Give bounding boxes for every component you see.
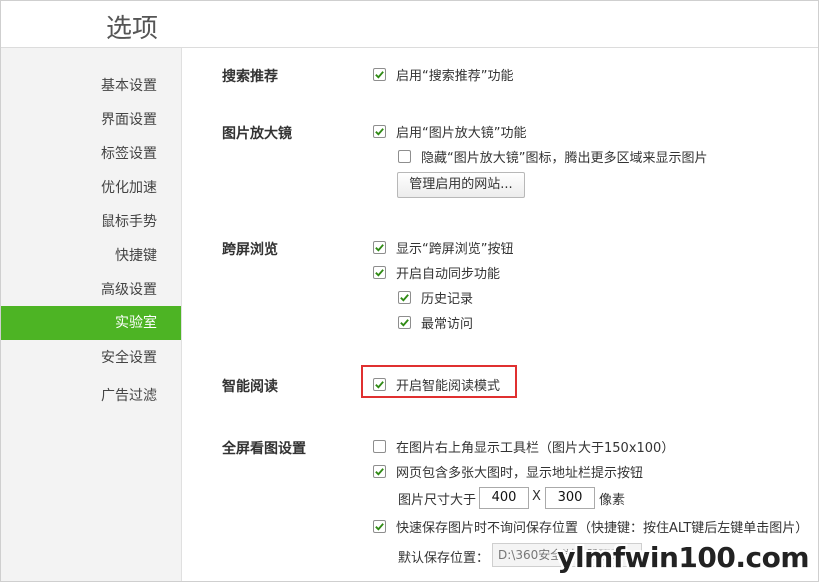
sidebar-item-security[interactable]: 安全设置 bbox=[1, 341, 181, 375]
auto-sync-option[interactable]: 开启自动同步功能 bbox=[373, 262, 500, 282]
sync-frequent-checkbox[interactable] bbox=[398, 315, 411, 329]
search-enable-label: 启用“搜索推荐”功能 bbox=[396, 68, 514, 84]
magnifier-enable-label: 启用“图片放大镜”功能 bbox=[396, 125, 527, 141]
image-size-separator: X bbox=[532, 489, 541, 504]
address-hint-option[interactable]: 网页包含多张大图时，显示地址栏提示按钮 bbox=[373, 461, 643, 481]
auto-sync-label: 开启自动同步功能 bbox=[396, 266, 501, 282]
magnifier-hide-icon-option[interactable]: 隐藏“图片放大镜”图标，腾出更多区域来显示图片 bbox=[398, 146, 707, 166]
section-magnifier-label: 图片放大镜 bbox=[222, 126, 292, 142]
quick-save-option[interactable]: 快速保存图片时不询问保存位置（快捷键：按住ALT键后左键单击图片） bbox=[373, 516, 808, 536]
image-size-prefix: 图片尺寸大于 bbox=[398, 493, 477, 508]
sync-history-checkbox[interactable] bbox=[398, 290, 411, 304]
fullscreen-toolbar-option[interactable]: 在图片右上角显示工具栏（图片大于150x100） bbox=[373, 436, 674, 456]
cross-screen-show-option[interactable]: 显示“跨屏浏览”按钮 bbox=[373, 237, 513, 257]
sidebar-item-basic[interactable]: 基本设置 bbox=[1, 69, 181, 103]
sync-frequent-option[interactable]: 最常访问 bbox=[398, 312, 473, 332]
fullscreen-toolbar-label: 在图片右上角显示工具栏（图片大于150x100） bbox=[396, 440, 675, 456]
section-fullscreen-label: 全屏看图设置 bbox=[222, 441, 306, 457]
sidebar-item-shortcuts[interactable]: 快捷键 bbox=[1, 239, 181, 273]
page-title: 选项 bbox=[106, 14, 159, 44]
search-enable-checkbox[interactable] bbox=[373, 67, 386, 81]
sidebar-item-interface[interactable]: 界面设置 bbox=[1, 103, 181, 137]
magnifier-enable-option[interactable]: 启用“图片放大镜”功能 bbox=[373, 121, 526, 141]
sidebar-item-lab[interactable]: 实验室 bbox=[1, 306, 181, 340]
magnifier-hide-icon-checkbox[interactable] bbox=[398, 149, 411, 163]
search-enable-option[interactable]: 启用“搜索推荐”功能 bbox=[373, 64, 513, 84]
sidebar-item-optimize[interactable]: 优化加速 bbox=[1, 171, 181, 205]
sidebar-item-advanced[interactable]: 高级设置 bbox=[1, 273, 181, 307]
sidebar: 基本设置 界面设置 标签设置 优化加速 鼠标手势 快捷键 高级设置 实验室 安全… bbox=[1, 48, 182, 581]
sidebar-item-tabs[interactable]: 标签设置 bbox=[1, 137, 181, 171]
section-cross-screen-label: 跨屏浏览 bbox=[222, 242, 278, 258]
magnifier-hide-icon-label: 隐藏“图片放大镜”图标，腾出更多区域来显示图片 bbox=[421, 150, 708, 166]
address-hint-checkbox[interactable] bbox=[373, 464, 386, 478]
address-hint-label: 网页包含多张大图时，显示地址栏提示按钮 bbox=[396, 465, 644, 481]
sync-frequent-label: 最常访问 bbox=[421, 316, 474, 332]
sync-history-label: 历史记录 bbox=[421, 291, 474, 307]
manage-sites-button[interactable]: 管理启用的网站... bbox=[397, 172, 525, 198]
image-width-input[interactable]: 400 bbox=[479, 487, 529, 509]
sync-history-option[interactable]: 历史记录 bbox=[398, 287, 473, 307]
quick-save-checkbox[interactable] bbox=[373, 519, 386, 533]
magnifier-enable-checkbox[interactable] bbox=[373, 124, 386, 138]
sidebar-item-adblock[interactable]: 广告过滤 bbox=[1, 379, 181, 413]
cross-screen-show-checkbox[interactable] bbox=[373, 240, 386, 254]
auto-sync-checkbox[interactable] bbox=[373, 265, 386, 279]
image-height-input[interactable]: 300 bbox=[545, 487, 595, 509]
default-path-label: 默认保存位置： bbox=[398, 551, 490, 566]
fullscreen-toolbar-checkbox[interactable] bbox=[373, 439, 386, 453]
section-search-label: 搜索推荐 bbox=[222, 69, 278, 85]
cross-screen-show-label: 显示“跨屏浏览”按钮 bbox=[396, 241, 514, 257]
watermark: ylmfwin100.com bbox=[557, 541, 809, 574]
image-size-unit: 像素 bbox=[599, 493, 626, 508]
quick-save-label: 快速保存图片时不询问保存位置（快捷键：按住ALT键后左键单击图片） bbox=[396, 520, 809, 536]
sidebar-item-gestures[interactable]: 鼠标手势 bbox=[1, 205, 181, 239]
section-smart-read-label: 智能阅读 bbox=[222, 379, 278, 395]
highlight-box bbox=[361, 365, 517, 398]
